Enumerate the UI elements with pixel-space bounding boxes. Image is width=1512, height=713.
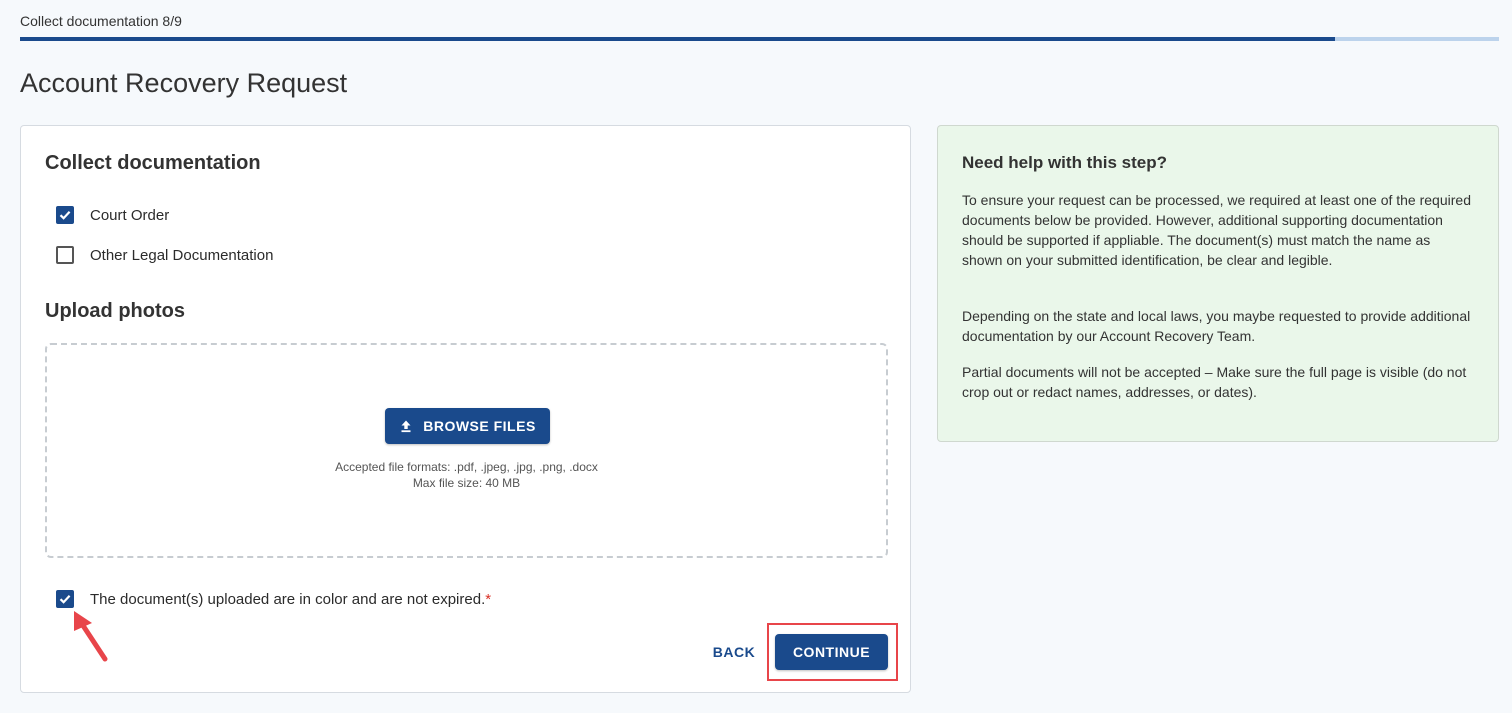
browse-files-button[interactable]: BROWSE FILES	[385, 408, 550, 444]
confirm-label: The document(s) uploaded are in color an…	[90, 591, 491, 608]
max-file-size-text: Max file size: 40 MB	[412, 476, 521, 490]
browse-files-label: BROWSE FILES	[423, 418, 536, 434]
check-icon	[59, 211, 71, 220]
other-legal-documentation-label: Other Legal Documentation	[90, 246, 274, 264]
confirm-color-not-expired[interactable]: The document(s) uploaded are in color an…	[56, 589, 491, 609]
help-paragraph: Partial documents will not be accepted –…	[962, 364, 1467, 400]
option-other-legal-documentation[interactable]: Other Legal Documentation	[56, 245, 273, 265]
confirm-checkbox[interactable]	[56, 590, 74, 608]
help-title: Need help with this step?	[962, 153, 1167, 172]
help-paragraph: Depending on the state and local laws, y…	[962, 308, 1471, 344]
file-dropzone[interactable]: BROWSE FILES Accepted file formats: .pdf…	[45, 343, 888, 558]
section-title-collect-documentation: Collect documentation	[45, 152, 261, 174]
option-court-order[interactable]: Court Order	[56, 205, 169, 225]
progress-bar	[20, 37, 1499, 41]
check-icon	[59, 595, 71, 604]
upload-icon	[399, 419, 413, 433]
help-panel: Need help with this step? To ensure your…	[937, 125, 1499, 442]
continue-button[interactable]: CONTINUE	[775, 634, 888, 670]
confirm-label-text: The document(s) uploaded are in color an…	[90, 590, 486, 608]
help-paragraph: To ensure your request can be processed,…	[962, 192, 1471, 268]
required-asterisk: *	[485, 590, 492, 608]
court-order-checkbox[interactable]	[56, 206, 74, 224]
progress-bar-fill	[20, 37, 1335, 41]
main-form-card: Collect documentation Court Order Other …	[20, 125, 911, 693]
step-indicator: Collect documentation 8/9	[20, 13, 182, 29]
court-order-label: Court Order	[90, 206, 170, 224]
page-title: Account Recovery Request	[20, 68, 348, 98]
accepted-formats-text: Accepted file formats: .pdf, .jpeg, .jpg…	[335, 460, 598, 474]
other-legal-documentation-checkbox[interactable]	[56, 246, 74, 264]
back-button[interactable]: BACK	[704, 636, 764, 668]
section-title-upload-photos: Upload photos	[45, 300, 185, 322]
arrow-annotation-icon	[68, 607, 112, 668]
